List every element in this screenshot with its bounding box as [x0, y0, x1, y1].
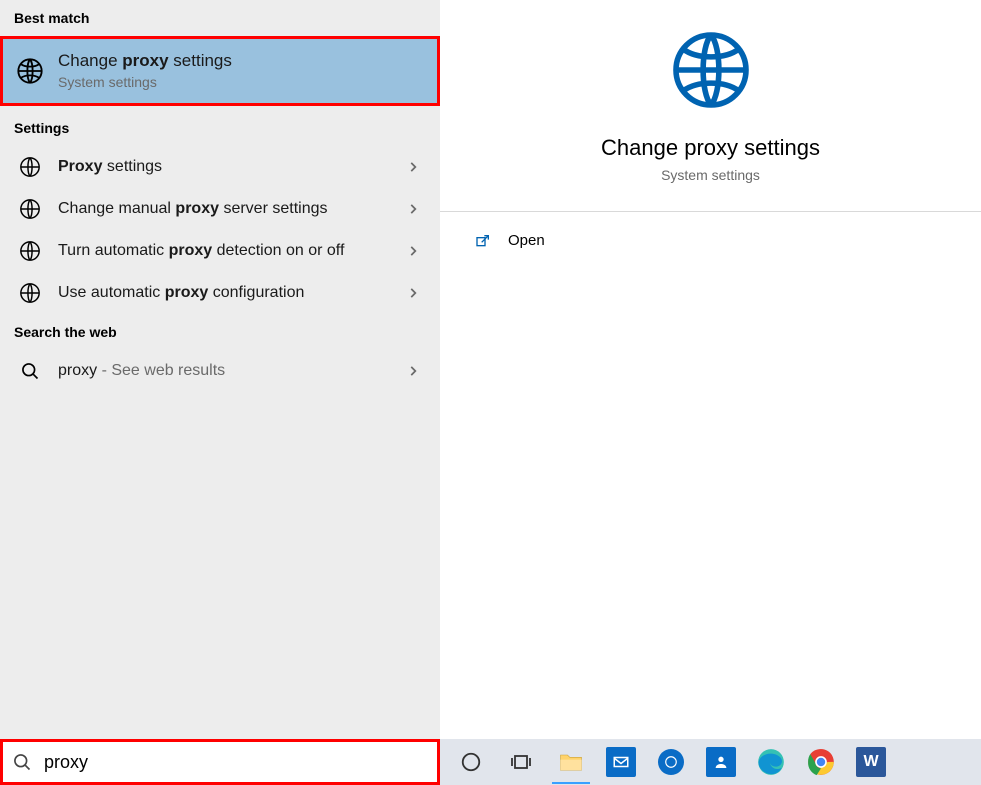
- taskbar-app-cortana[interactable]: [446, 739, 496, 785]
- section-header-best-match: Best match: [0, 0, 440, 36]
- result-settings-auto-detect[interactable]: Turn automatic proxy detection on or off: [0, 230, 440, 272]
- chevron-right-icon: [406, 202, 424, 216]
- detail-subtitle: System settings: [440, 167, 981, 183]
- globe-icon: [669, 28, 753, 112]
- result-label: Use automatic proxy configuration: [58, 282, 392, 304]
- taskbar-app-dell[interactable]: [646, 739, 696, 785]
- result-best-match[interactable]: Change proxy settings System settings: [0, 36, 440, 106]
- result-settings-manual-proxy[interactable]: Change manual proxy server settings: [0, 188, 440, 230]
- search-box[interactable]: [0, 739, 440, 785]
- mail-icon: [606, 747, 636, 777]
- result-label: Proxy settings: [58, 156, 392, 178]
- open-action[interactable]: Open: [474, 232, 947, 249]
- chevron-right-icon: [406, 160, 424, 174]
- taskbar-app-contacts[interactable]: [696, 739, 746, 785]
- result-label: Change manual proxy server settings: [58, 198, 392, 220]
- section-header-web: Search the web: [0, 314, 440, 350]
- best-match-title: Change proxy settings: [58, 50, 424, 73]
- taskbar-app-edge[interactable]: [746, 739, 796, 785]
- result-label: Turn automatic proxy detection on or off: [58, 240, 392, 262]
- detail-header: Change proxy settings System settings: [440, 0, 981, 212]
- globe-icon: [16, 56, 44, 86]
- search-input[interactable]: [42, 751, 428, 774]
- globe-icon: [16, 156, 44, 178]
- person-icon: [706, 747, 736, 777]
- open-label: Open: [508, 232, 545, 249]
- chevron-right-icon: [406, 364, 424, 378]
- circle-icon: [658, 749, 684, 775]
- taskbar-app-mail[interactable]: [596, 739, 646, 785]
- result-settings-auto-config[interactable]: Use automatic proxy configuration: [0, 272, 440, 314]
- chevron-right-icon: [406, 244, 424, 258]
- globe-icon: [16, 282, 44, 304]
- taskbar-app-file-explorer[interactable]: [546, 739, 596, 785]
- best-match-subtitle: System settings: [58, 73, 424, 92]
- taskbar-app-word[interactable]: W: [846, 739, 896, 785]
- section-header-settings: Settings: [0, 106, 440, 146]
- result-label: proxy - See web results: [58, 360, 392, 382]
- taskbar-apps: W: [440, 739, 981, 785]
- taskbar-app-task-view[interactable]: [496, 739, 546, 785]
- search-icon: [12, 752, 32, 772]
- globe-icon: [16, 198, 44, 220]
- word-icon: W: [856, 747, 886, 777]
- chevron-right-icon: [406, 286, 424, 300]
- chrome-icon: [806, 747, 836, 777]
- detail-title: Change proxy settings: [440, 135, 981, 161]
- detail-panel: Change proxy settings System settings Op…: [440, 0, 981, 739]
- search-results-panel: Best match Change proxy settings: [0, 0, 440, 739]
- taskbar-app-chrome[interactable]: [796, 739, 846, 785]
- open-icon: [474, 233, 492, 249]
- result-web-search[interactable]: proxy - See web results: [0, 350, 440, 392]
- taskbar: W: [0, 739, 981, 785]
- globe-icon: [16, 240, 44, 262]
- result-settings-proxy-settings[interactable]: Proxy settings: [0, 146, 440, 188]
- edge-icon: [756, 747, 786, 777]
- search-icon: [16, 361, 44, 381]
- folder-icon: [556, 747, 586, 777]
